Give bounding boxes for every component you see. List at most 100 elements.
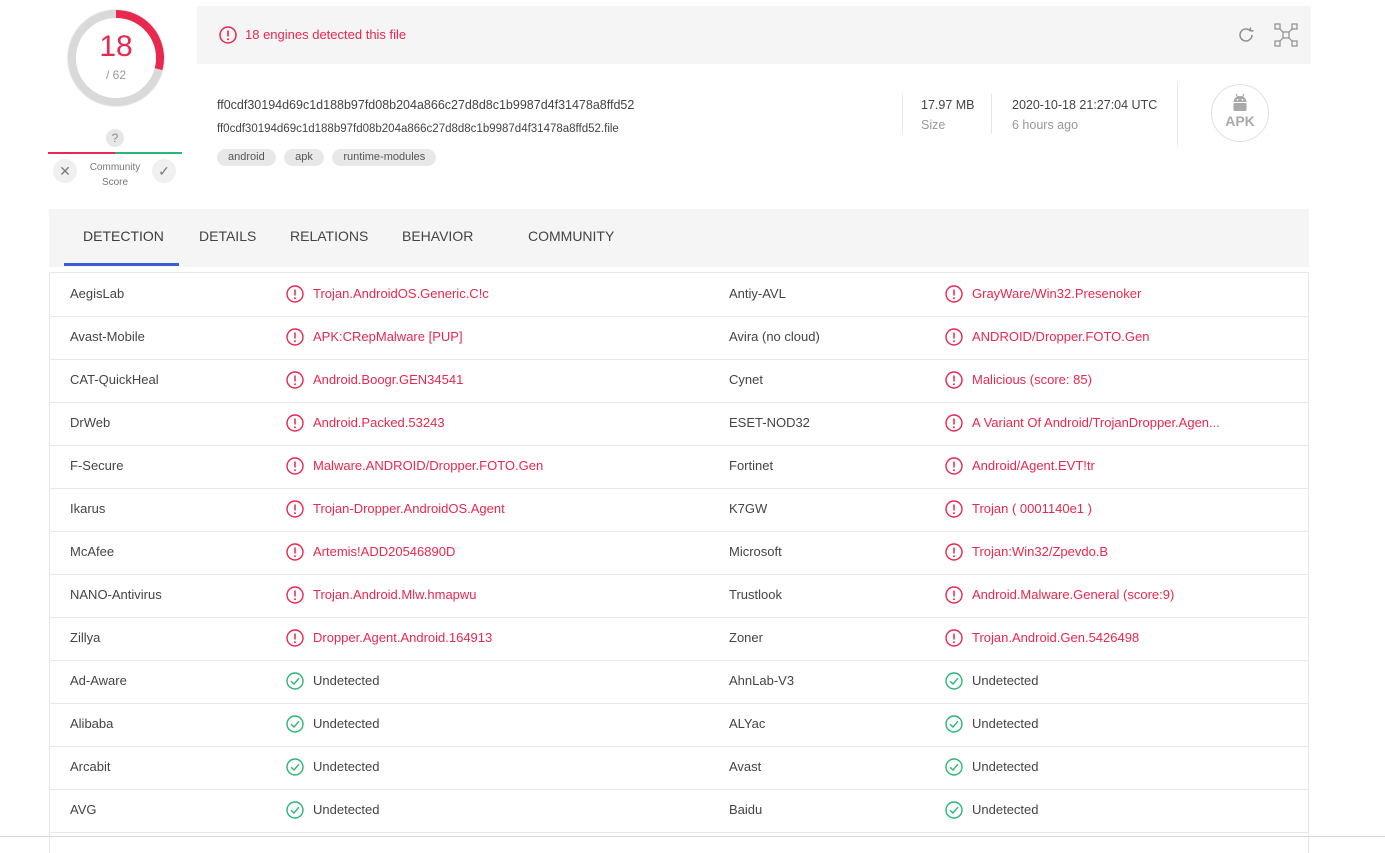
table-row: Alibaba Undetected ALYac Undetected — [50, 703, 1308, 747]
engine-name: K7GW — [729, 501, 768, 516]
vote-harmful-icon[interactable]: ✕ — [53, 159, 77, 183]
detection-result[interactable]: Malware.ANDROID/Dropper.FOTO.Gen — [313, 458, 543, 473]
detection-result[interactable]: Artemis!ADD20546890D — [313, 544, 455, 559]
table-row: Ad-Aware Undetected AhnLab-V3 Undetected — [50, 660, 1308, 704]
alert-circle-icon — [286, 629, 304, 647]
table-row: NANO-Antivirus Trojan.Android.Mlw.hmapwu T… — [50, 574, 1308, 618]
engine-name: NANO-Antivirus — [70, 587, 162, 602]
engine-name: Antiy-AVL — [729, 286, 786, 301]
detection-result[interactable]: APK:CRepMalware [PUP] — [313, 329, 463, 344]
detection-result[interactable]: GrayWare/Win32.Presenoker — [972, 286, 1141, 301]
check-circle-icon — [286, 715, 304, 733]
alert-circle-icon — [945, 500, 963, 518]
engine-name: Alibaba — [70, 716, 114, 731]
undetected-result: Undetected — [972, 759, 1039, 774]
detection-result[interactable]: Trojan:Win32/Zpevdo.B — [972, 544, 1108, 559]
alert-circle-icon — [945, 457, 963, 475]
tab-community[interactable]: COMMUNITY — [528, 228, 614, 244]
detection-result[interactable]: Trojan.Android.Mlw.hmapwu — [313, 587, 477, 602]
table-row: DrWeb Android.Packed.53243 ESET-NOD32 A Var… — [50, 402, 1308, 446]
detection-result[interactable]: Trojan.AndroidOS.Generic.C!c — [313, 286, 489, 301]
tag-runtime-modules[interactable]: runtime-modules — [332, 149, 437, 166]
tag-android[interactable]: android — [217, 149, 276, 166]
community-score-help-icon[interactable]: ? — [106, 129, 124, 147]
engine-name: DrWeb — [70, 415, 111, 430]
detection-count: 18 — [99, 30, 133, 63]
vote-harmless-icon[interactable]: ✓ — [152, 159, 176, 183]
alert-circle-icon — [286, 285, 304, 303]
apk-label: APK — [1225, 113, 1255, 129]
engine-name: Ad-Aware — [70, 673, 127, 688]
engine-name: F-Secure — [70, 458, 124, 473]
detection-result[interactable]: Android/Agent.EVT!tr — [972, 458, 1095, 473]
engine-name: McAfee — [70, 544, 115, 559]
alert-circle-icon — [286, 500, 304, 518]
engine-name: Avira (no cloud) — [729, 329, 820, 344]
alert-circle-icon — [286, 457, 304, 475]
reanalyze-icon[interactable] — [1236, 25, 1256, 45]
table-row: CAT-QuickHeal Android.Boogr.GEN34541 Cynet… — [50, 359, 1308, 403]
community-score-label: Community Score — [82, 160, 148, 190]
check-circle-icon — [286, 758, 304, 776]
check-circle-icon — [945, 758, 963, 776]
undetected-result: Undetected — [972, 673, 1039, 688]
tab-details[interactable]: DETAILS — [199, 228, 256, 244]
alert-text: 18 engines detected this file — [245, 27, 407, 42]
alert-circle-icon — [945, 414, 963, 432]
engine-name: ALYac — [729, 716, 766, 731]
detection-result[interactable]: Trojan-Dropper.AndroidOS.Agent — [313, 501, 505, 516]
engine-name: Arcabit — [70, 759, 111, 774]
community-label-line2: Score — [101, 177, 129, 188]
detection-result[interactable]: Android.Boogr.GEN34541 — [313, 372, 463, 387]
apk-file-type-icon: APK — [1211, 84, 1269, 142]
detection-result[interactable]: Android.Packed.53243 — [313, 415, 445, 430]
file-size-label: Size — [921, 118, 946, 132]
engine-name: Avast-Mobile — [70, 329, 145, 344]
alert-circle-icon — [286, 543, 304, 561]
alert-circle-icon — [945, 371, 963, 389]
alert-circle-icon — [286, 414, 304, 432]
alert-circle-icon — [286, 586, 304, 604]
table-row: F-Secure Malware.ANDROID/Dropper.FOTO.Gen… — [50, 445, 1308, 489]
file-size-value: 17.97 MB — [921, 98, 975, 112]
check-circle-icon — [286, 801, 304, 819]
tab-relations[interactable]: RELATIONS — [290, 228, 368, 244]
divider — [991, 94, 992, 134]
table-row: Zillya Dropper.Agent.Android.164913 Zoner T… — [50, 617, 1308, 661]
android-icon — [1233, 93, 1247, 111]
engine-name: Zoner — [729, 630, 763, 645]
detection-result[interactable]: Trojan ( 0001140e1 ) — [972, 501, 1092, 516]
detection-result[interactable]: Trojan.Android.Gen.5426498 — [972, 630, 1139, 645]
alert-circle-icon — [945, 629, 963, 647]
engine-name: Cynet — [729, 372, 763, 387]
table-row: Avast-Mobile APK:CRepMalware [PUP] Avira (… — [50, 316, 1308, 360]
community-label-line1: Community — [89, 162, 141, 173]
tag-apk[interactable]: apk — [284, 149, 324, 166]
detection-result[interactable]: ANDROID/Dropper.FOTO.Gen — [972, 329, 1149, 344]
file-info-panel: ff0cdf30194d69c1d188b97fd08b204a866c27d8… — [197, 64, 1311, 184]
detection-result[interactable]: A Variant Of Android/TrojanDropper.Agen.… — [972, 415, 1220, 430]
analysis-date-relative: 6 hours ago — [1012, 118, 1079, 132]
file-tags: android apk runtime-modules — [217, 147, 440, 166]
check-circle-icon — [286, 672, 304, 690]
table-row: Arcabit Undetected Avast Undetected — [50, 746, 1308, 790]
detection-result[interactable]: Malicious (score: 85) — [972, 372, 1092, 387]
tab-behavior[interactable]: BEHAVIOR — [402, 228, 473, 244]
detection-alert-bar: 18 engines detected this file — [197, 6, 1311, 64]
engine-name: Ikarus — [70, 501, 106, 516]
undetected-result: Undetected — [972, 802, 1039, 817]
detection-score-widget: 18 / 62 ? ✕ Community Score ✓ — [48, 6, 182, 190]
alert-circle-icon — [286, 371, 304, 389]
graph-similar-icon[interactable] — [1274, 23, 1298, 47]
detection-result[interactable]: Android.Malware.General (score:9) — [972, 587, 1174, 602]
table-row: AegisLab Trojan.AndroidOS.Generic.C!c Anti… — [50, 273, 1308, 317]
detection-result[interactable]: Dropper.Agent.Android.164913 — [313, 630, 492, 645]
active-tab-indicator — [64, 263, 179, 266]
report-tabs: DETECTION DETAILS RELATIONS BEHAVIOR COM… — [49, 209, 1309, 267]
community-score-bar — [48, 152, 182, 154]
engine-name: AhnLab-V3 — [729, 673, 795, 688]
file-hash[interactable]: ff0cdf30194d69c1d188b97fd08b204a866c27d8… — [217, 98, 634, 112]
page-divider — [0, 836, 1385, 837]
tab-detection[interactable]: DETECTION — [83, 228, 164, 244]
check-circle-icon — [945, 672, 963, 690]
